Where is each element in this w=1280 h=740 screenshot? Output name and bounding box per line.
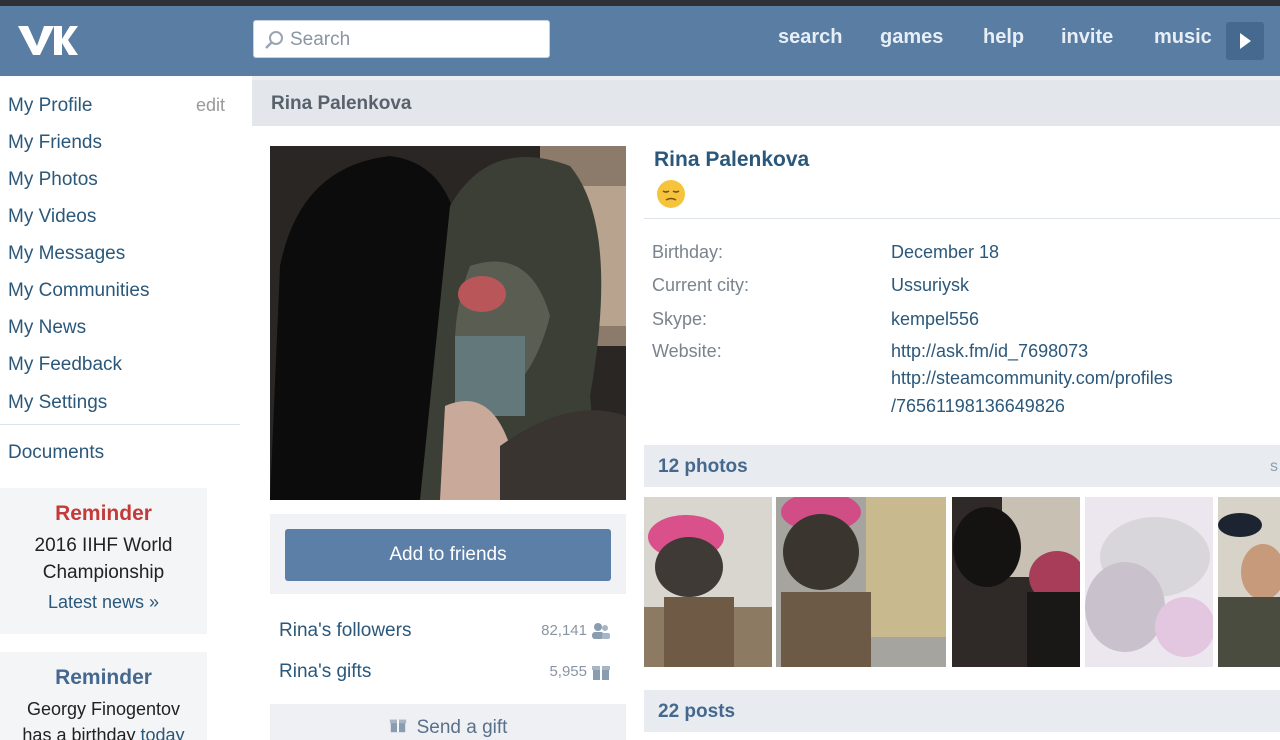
website-link-2[interactable]: http://steamcommunity.com/profiles	[891, 368, 1173, 389]
gift-icon	[592, 666, 610, 680]
search-icon	[265, 31, 283, 49]
sidebar-item-my-messages[interactable]: My Messages	[8, 243, 125, 265]
left-sidebar: My Profile edit My Friends My Photos My …	[0, 76, 250, 740]
reminder-text: 2016 IIHF World Championship	[0, 532, 207, 586]
posts-count-label[interactable]: 22 posts	[658, 701, 735, 723]
photo-thumbnail[interactable]	[952, 497, 1080, 667]
reminder-title: Reminder	[55, 666, 152, 689]
search-field[interactable]	[253, 20, 550, 58]
top-header: search games help invite music	[0, 6, 1280, 76]
add-to-friends-button[interactable]: Add to friends	[285, 529, 611, 581]
photo-image	[952, 497, 1080, 667]
website-link-2-cont[interactable]: /76561198136649826	[891, 396, 1065, 417]
birthday-label: Birthday:	[652, 242, 724, 262]
profile-avatar[interactable]	[270, 146, 626, 500]
birthday-reminder-box: Reminder Georgy Finogentov has a birthda…	[0, 652, 207, 740]
sidebar-item-my-settings[interactable]: My Settings	[8, 392, 107, 414]
birthday-value[interactable]: December 18	[891, 242, 999, 263]
followers-label[interactable]: Rina's followers	[279, 620, 411, 642]
posts-section-header[interactable]: 22 posts	[644, 690, 1280, 732]
nav-invite[interactable]: invite	[1061, 26, 1113, 49]
sidebar-item-my-videos[interactable]: My Videos	[8, 206, 96, 228]
skype-label: Skype:	[652, 309, 708, 329]
info-divider	[644, 218, 1280, 219]
reminder-line: has a birthday	[22, 725, 136, 740]
photo-image	[1085, 497, 1213, 667]
sidebar-item-my-feedback[interactable]: My Feedback	[8, 354, 122, 376]
nav-games[interactable]: games	[880, 26, 943, 49]
nav-search[interactable]: search	[778, 26, 843, 49]
gifts-row[interactable]: Rina's gifts 5,955	[279, 661, 613, 689]
vk-logo[interactable]	[16, 22, 78, 58]
website-label: Website:	[652, 341, 722, 361]
photos-show-all-link[interactable]: s	[1270, 458, 1278, 476]
send-gift-label: Send a gift	[416, 717, 508, 738]
photo-image	[644, 497, 772, 667]
skype-value[interactable]: kempel556	[891, 309, 979, 330]
page-title: Rina Palenkova	[271, 93, 412, 114]
reminder-title: Reminder	[55, 502, 152, 525]
reminder-box: Reminder 2016 IIHF World Championship La…	[0, 488, 207, 634]
reminder-line[interactable]: Georgy Finogentov	[27, 699, 180, 719]
photos-count-label[interactable]: 12 photos	[658, 456, 748, 478]
photos-section-header[interactable]: 12 photos s	[644, 445, 1280, 487]
today-link[interactable]: today	[141, 725, 185, 740]
followers-row[interactable]: Rina's followers 82,141	[279, 620, 613, 648]
nav-more-button[interactable]	[1226, 22, 1264, 60]
sidebar-item-my-photos[interactable]: My Photos	[8, 169, 98, 191]
photo-image	[1218, 497, 1280, 667]
city-value[interactable]: Ussuriysk	[891, 275, 969, 296]
pensive-face-emoji-icon	[657, 180, 685, 208]
sidebar-item-my-communities[interactable]: My Communities	[8, 280, 149, 302]
edit-profile-link[interactable]: edit	[196, 95, 225, 116]
photo-image	[776, 497, 946, 667]
photo-thumbnail[interactable]	[1218, 497, 1280, 667]
send-gift-button[interactable]: Send a gift	[270, 704, 626, 740]
page-title-bar: Rina Palenkova	[252, 80, 1280, 126]
profile-name: Rina Palenkova	[654, 148, 810, 171]
nav-help[interactable]: help	[983, 26, 1024, 49]
followers-icon	[592, 623, 610, 639]
sidebar-item-documents[interactable]: Documents	[8, 442, 104, 464]
gifts-count: 5,955	[549, 663, 587, 680]
sidebar-item-my-friends[interactable]: My Friends	[8, 132, 102, 154]
reminder-line: Championship	[42, 562, 165, 583]
gifts-label[interactable]: Rina's gifts	[279, 661, 371, 683]
photo-thumbnail[interactable]	[776, 497, 946, 667]
gift-icon	[389, 719, 406, 733]
city-label: Current city:	[652, 275, 750, 295]
sidebar-item-my-news[interactable]: My News	[8, 317, 86, 339]
nav-music[interactable]: music	[1154, 26, 1212, 49]
play-arrow-icon	[1240, 33, 1251, 49]
reminder-text: Georgy Finogentov has a birthday today	[0, 696, 207, 740]
website-link-1[interactable]: http://ask.fm/id_7698073	[891, 341, 1088, 362]
followers-count: 82,141	[541, 622, 587, 639]
search-input[interactable]	[290, 27, 540, 53]
sidebar-divider	[0, 424, 240, 425]
avatar-photo	[270, 146, 626, 500]
latest-news-link[interactable]: Latest news »	[0, 592, 207, 613]
sidebar-item-my-profile[interactable]: My Profile	[8, 95, 92, 117]
reminder-line: 2016 IIHF World	[34, 535, 173, 556]
photo-thumbnail[interactable]	[1085, 497, 1213, 667]
photo-thumbnail[interactable]	[644, 497, 772, 667]
